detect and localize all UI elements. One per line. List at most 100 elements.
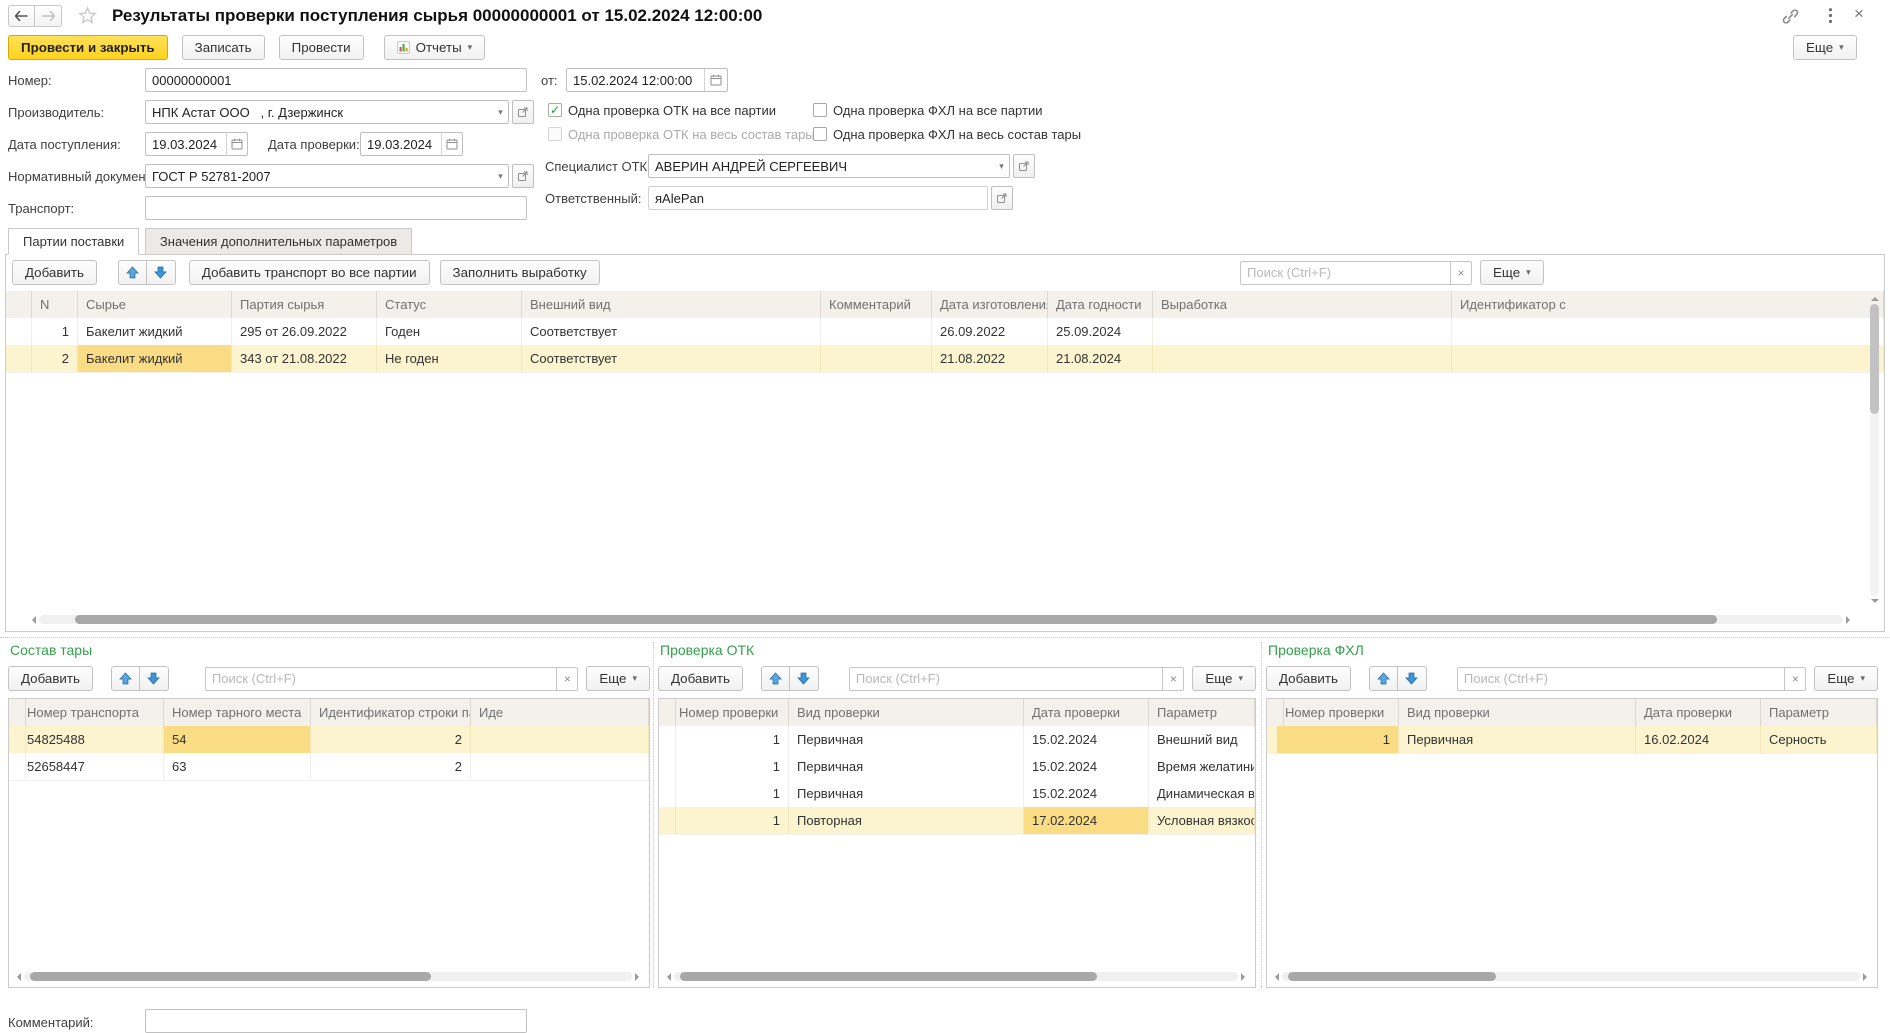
- calendar-button[interactable]: [441, 133, 462, 155]
- scroll-right-arrow[interactable]: [1846, 616, 1854, 624]
- scrollbar-thumb[interactable]: [680, 972, 1097, 981]
- column-header[interactable]: Вид проверки: [1399, 699, 1636, 726]
- comment-input[interactable]: [146, 1011, 526, 1031]
- transport-input[interactable]: [146, 198, 526, 218]
- add-transport-button[interactable]: Добавить транспорт во все партии: [189, 260, 430, 285]
- column-header[interactable]: Вид проверки: [789, 699, 1024, 726]
- horizontal-scrollbar[interactable]: [663, 970, 1249, 983]
- move-down-button[interactable]: [1398, 666, 1427, 691]
- column-header[interactable]: Выработка: [1153, 291, 1452, 318]
- column-header[interactable]: Номер транспорта: [19, 699, 164, 726]
- checkbox-otk-all-batches[interactable]: ✓ Одна проверка ОТК на все партии: [548, 102, 776, 118]
- column-header[interactable]: Дата проверки: [1636, 699, 1761, 726]
- scroll-left-arrow[interactable]: [13, 973, 21, 981]
- scroll-left-arrow[interactable]: [28, 616, 36, 624]
- form-more-button[interactable]: Еще ▾: [1793, 35, 1857, 60]
- normative-doc-input[interactable]: [146, 166, 493, 186]
- otk-specialist-open-button[interactable]: [1013, 154, 1035, 178]
- move-up-button[interactable]: [1369, 666, 1398, 691]
- column-header[interactable]: Сырье: [78, 291, 232, 318]
- otk-more-button[interactable]: Еще ▾: [1192, 666, 1256, 691]
- otk-add-button[interactable]: Добавить: [658, 666, 743, 691]
- move-down-button[interactable]: [140, 666, 169, 691]
- manufacturer-input[interactable]: [146, 102, 493, 122]
- column-header[interactable]: Внешний вид: [522, 291, 821, 318]
- checkbox-fhl-all-tare[interactable]: Одна проверка ФХЛ на весь состав тары: [813, 126, 1081, 142]
- scroll-up-arrow[interactable]: [1871, 293, 1879, 301]
- horizontal-scrollbar[interactable]: [28, 613, 1854, 626]
- horizontal-scrollbar[interactable]: [13, 970, 643, 983]
- table-row[interactable]: 52658447 63 2: [9, 753, 649, 781]
- move-up-button[interactable]: [118, 260, 147, 285]
- table-row-selected[interactable]: 1 Первичная 16.02.2024 Серность: [1267, 726, 1877, 754]
- chevron-down-icon[interactable]: ▾: [493, 171, 508, 182]
- scroll-right-arrow[interactable]: [1241, 973, 1249, 981]
- vertical-splitter[interactable]: [1261, 642, 1262, 988]
- otk-specialist-input[interactable]: [649, 156, 994, 176]
- move-down-button[interactable]: [147, 260, 176, 285]
- chevron-down-icon[interactable]: ▾: [994, 161, 1009, 172]
- horizontal-splitter[interactable]: [0, 637, 1890, 638]
- scrollbar-thumb[interactable]: [1870, 304, 1879, 414]
- table-row-selected[interactable]: 2 Бакелит жидкий 343 от 21.08.2022 Не го…: [6, 345, 1884, 373]
- table-row[interactable]: 1 Первичная 15.02.2024 Время желатинизац…: [659, 753, 1255, 781]
- column-header[interactable]: Номер проверки: [1277, 699, 1399, 726]
- back-button[interactable]: [8, 5, 35, 27]
- scrollbar-thumb[interactable]: [75, 615, 1717, 624]
- column-header[interactable]: Комментарий: [821, 291, 932, 318]
- scrollbar-track[interactable]: [39, 615, 1843, 624]
- close-icon[interactable]: ×: [1854, 4, 1864, 24]
- batches-search-input[interactable]: [1241, 265, 1450, 280]
- otk-search-input[interactable]: [850, 671, 1162, 686]
- check-date-input[interactable]: [361, 134, 441, 154]
- column-header[interactable]: Идентификатор строки партии: [311, 699, 471, 726]
- tare-more-button[interactable]: Еще ▾: [586, 666, 650, 691]
- search-clear-button[interactable]: ×: [556, 668, 577, 690]
- scrollbar-track[interactable]: [1870, 304, 1879, 596]
- column-header[interactable]: Дата проверки: [1024, 699, 1149, 726]
- column-header[interactable]: Номер проверки: [671, 699, 789, 726]
- checkbox-fhl-all-batches[interactable]: Одна проверка ФХЛ на все партии: [813, 102, 1042, 118]
- table-row-selected[interactable]: 54825488 54 2: [9, 726, 649, 754]
- horizontal-scrollbar[interactable]: [1271, 970, 1871, 983]
- search-clear-button[interactable]: ×: [1162, 668, 1183, 690]
- number-input[interactable]: [146, 70, 526, 90]
- column-header[interactable]: Номер тарного места: [164, 699, 311, 726]
- scrollbar-thumb[interactable]: [30, 972, 431, 981]
- receipt-date-input[interactable]: [146, 134, 226, 154]
- tare-search-input[interactable]: [206, 671, 556, 686]
- batches-more-button[interactable]: Еще ▾: [1480, 260, 1544, 285]
- tare-add-button[interactable]: Добавить: [8, 666, 93, 691]
- column-header[interactable]: Партия сырья: [232, 291, 377, 318]
- table-row[interactable]: 1 Первичная 15.02.2024 Внешний вид: [659, 726, 1255, 754]
- column-header[interactable]: Параметр: [1149, 699, 1255, 726]
- search-clear-button[interactable]: ×: [1450, 262, 1471, 284]
- scrollbar-track[interactable]: [24, 972, 632, 981]
- fhl-add-button[interactable]: Добавить: [1266, 666, 1351, 691]
- post-button[interactable]: Провести: [279, 35, 364, 60]
- fhl-more-button[interactable]: Еще ▾: [1814, 666, 1878, 691]
- column-header[interactable]: Иде: [471, 699, 649, 726]
- tab-extra-parameters[interactable]: Значения дополнительных параметров: [145, 228, 412, 255]
- responsible-input[interactable]: [649, 188, 987, 208]
- fhl-search-input[interactable]: [1458, 671, 1784, 686]
- write-button[interactable]: Записать: [182, 35, 265, 60]
- scroll-left-arrow[interactable]: [1271, 973, 1279, 981]
- move-down-button[interactable]: [790, 666, 819, 691]
- scrollbar-track[interactable]: [674, 972, 1238, 981]
- post-and-close-button[interactable]: Провести и закрыть: [8, 35, 168, 60]
- scroll-right-arrow[interactable]: [1863, 973, 1871, 981]
- table-row[interactable]: 1 Бакелит жидкий 295 от 26.09.2022 Годен…: [6, 318, 1884, 346]
- column-header[interactable]: N: [32, 291, 78, 318]
- batches-add-button[interactable]: Добавить: [12, 260, 97, 285]
- move-up-button[interactable]: [111, 666, 140, 691]
- scrollbar-track[interactable]: [1282, 972, 1860, 981]
- calendar-button[interactable]: [704, 69, 727, 91]
- scroll-left-arrow[interactable]: [663, 973, 671, 981]
- search-clear-button[interactable]: ×: [1784, 668, 1805, 690]
- kebab-menu-icon[interactable]: [1828, 7, 1833, 27]
- tab-supply-batches[interactable]: Партии поставки: [8, 228, 139, 255]
- link-icon[interactable]: [1782, 8, 1799, 28]
- vertical-splitter[interactable]: [653, 642, 654, 988]
- table-row[interactable]: 1 Первичная 15.02.2024 Динамическая вязк…: [659, 780, 1255, 808]
